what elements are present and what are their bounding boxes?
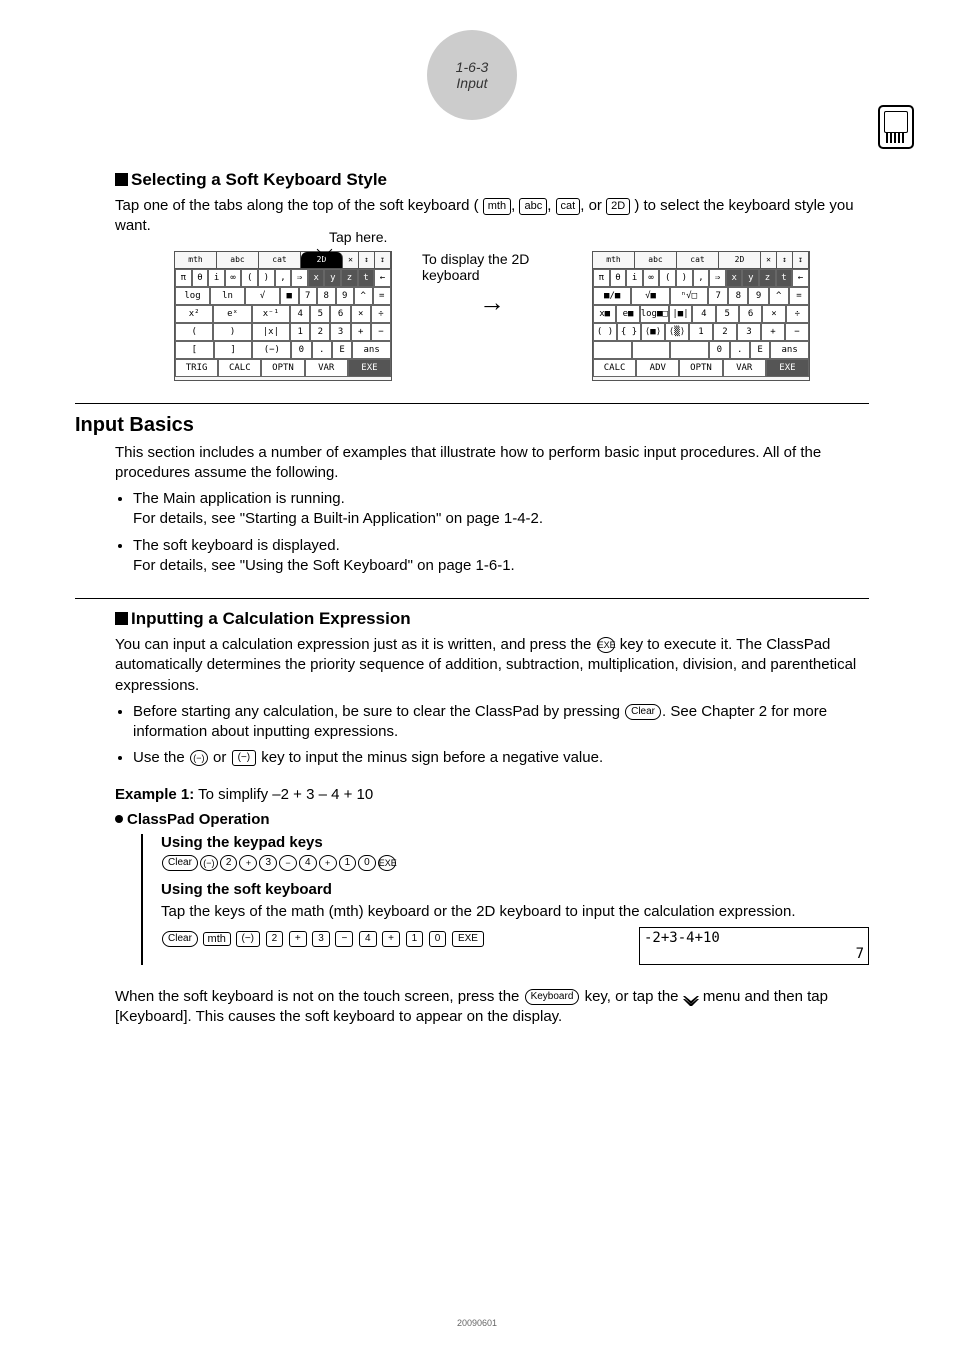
result-expression: -2+3-4+10 xyxy=(644,930,864,946)
mth-tab-icon: mth xyxy=(483,198,511,215)
softdesc: Tap the keys of the math (mth) keyboard … xyxy=(161,902,869,922)
settings-menu-icon xyxy=(683,992,699,1002)
inputting-bullets: Before starting any calculation, be sure… xyxy=(133,702,869,769)
key-0-icon: 0 xyxy=(429,931,447,947)
footer-date: 20090601 xyxy=(0,1318,954,1328)
plus-softkey-icon: + xyxy=(382,931,400,947)
2d-tab-icon: 2D xyxy=(606,198,630,215)
plus-key-icon: + xyxy=(239,855,257,871)
abc-tab-icon: abc xyxy=(519,198,547,215)
arrow-right-icon: → xyxy=(422,287,562,318)
exe-softkey-icon: EXE xyxy=(452,931,484,947)
device-icon xyxy=(878,105,914,149)
result-box: -2+3-4+10 7 xyxy=(639,927,869,965)
key-3-icon: 3 xyxy=(312,931,330,947)
key-3-icon: 3 xyxy=(259,855,277,871)
neg-key-icon: (−) xyxy=(190,750,208,766)
clear-key-icon: Clear xyxy=(162,931,198,947)
section-inputting-expr: Inputting a Calculation Expression xyxy=(115,609,869,629)
input-basics-bullets: The Main application is running. For det… xyxy=(133,489,869,576)
to-display-2d-label: To display the 2D keyboard → xyxy=(422,251,562,318)
exe-key-icon: EXE xyxy=(378,855,396,871)
key-4-icon: 4 xyxy=(299,855,317,871)
key-2-icon: 2 xyxy=(266,931,284,947)
tap-here-label: Tap here. xyxy=(329,229,387,245)
neg-key-icon: (−) xyxy=(200,855,218,871)
list-item: The soft keyboard is displayed. For deta… xyxy=(133,536,869,577)
classpad-operation-heading: ClassPad Operation xyxy=(115,811,869,828)
key-2-icon: 2 xyxy=(220,855,238,871)
result-answer: 7 xyxy=(644,946,864,962)
list-item: Before starting any calculation, be sure… xyxy=(133,702,869,743)
mth-keyboard-image: mth abc cat 2D ✕ ↕ ↧ πθi∞(),⇒xyzt← logln… xyxy=(174,251,392,381)
minus-softkey-icon: − xyxy=(335,931,353,947)
neg-softkey-icon: (−) xyxy=(232,750,257,766)
key-1-icon: 1 xyxy=(339,855,357,871)
list-item: The Main application is running. For det… xyxy=(133,489,869,530)
mth-tab-icon: mth xyxy=(203,932,231,946)
key-1-icon: 1 xyxy=(406,931,424,947)
bullet-square-icon xyxy=(115,612,128,625)
input-basics-heading: Input Basics xyxy=(75,414,869,437)
cat-tab-icon: cat xyxy=(556,198,581,215)
keyboard-illustration: Tap here. mth abc cat 2D ✕ ↕ ↧ πθi∞(),⇒x… xyxy=(115,251,869,381)
key-4-icon: 4 xyxy=(359,931,377,947)
plus-key-icon: + xyxy=(319,855,337,871)
key-0-icon: 0 xyxy=(358,855,376,871)
bullet-dot-icon xyxy=(115,815,123,823)
keypad-sequence: Clear(−)2+3−4+10EXE xyxy=(161,855,869,872)
header-line1: 1-6-3 xyxy=(456,59,489,75)
list-item: Use the (−) or (−) key to input the minu… xyxy=(133,748,869,768)
section-selecting-style: Selecting a Soft Keyboard Style xyxy=(115,170,869,190)
input-basics-intro: This section includes a number of exampl… xyxy=(115,443,869,484)
exe-key-icon: EXE xyxy=(597,637,615,653)
header-line2: Input xyxy=(456,75,487,91)
minus-key-icon: − xyxy=(279,855,297,871)
example-1: Example 1: To simplify –2 + 3 – 4 + 10 xyxy=(115,785,869,805)
plus-softkey-icon: + xyxy=(289,931,307,947)
clear-key-icon: Clear xyxy=(625,704,661,720)
neg-softkey-icon: (−) xyxy=(236,931,261,947)
using-keypad-heading: Using the keypad keys xyxy=(161,834,869,851)
selecting-style-para: Tap one of the tabs along the top of the… xyxy=(115,196,869,237)
bullet-square-icon xyxy=(115,173,128,186)
using-soft-heading: Using the soft keyboard xyxy=(161,881,869,898)
clear-key-icon: Clear xyxy=(162,855,198,871)
keyboard-key-icon: Keyboard xyxy=(525,989,580,1005)
inputting-para1: You can input a calculation expression j… xyxy=(115,635,869,696)
2d-keyboard-image: mth abc cat 2D ✕ ↕ ↧ πθi∞(),⇒xyzt← ■/■√■… xyxy=(592,251,810,381)
page-header-circle: 1-6-3 Input xyxy=(427,30,517,120)
tail-para: When the soft keyboard is not on the tou… xyxy=(115,987,869,1028)
